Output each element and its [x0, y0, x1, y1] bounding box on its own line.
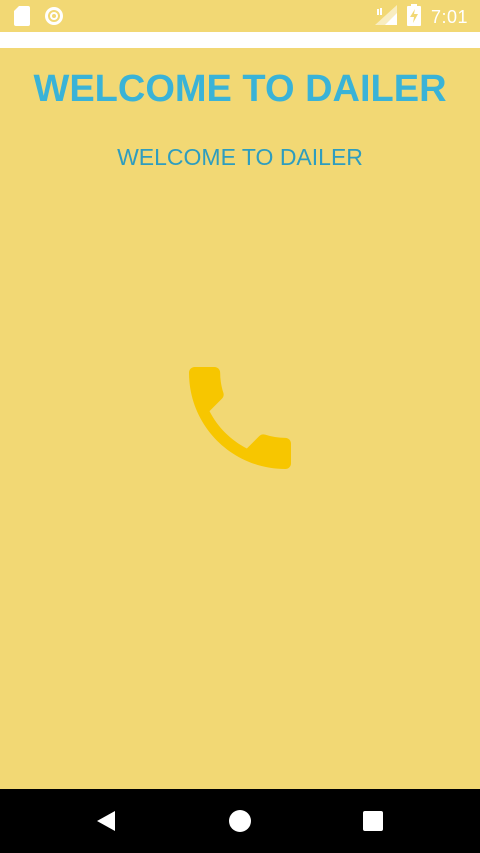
status-left-icons: [14, 6, 64, 31]
status-bar: 7:01: [0, 0, 480, 32]
back-icon[interactable]: [90, 805, 122, 837]
nav-bar: [0, 789, 480, 853]
page-subtitle: WELCOME TO DAILER: [117, 144, 363, 170]
page-title: WELCOME TO DAILER: [33, 68, 447, 110]
signal-icon: [374, 5, 397, 30]
sync-icon: [44, 6, 64, 31]
phone-icon[interactable]: [172, 350, 308, 486]
sd-card-icon: [14, 6, 30, 31]
home-icon[interactable]: [224, 805, 256, 837]
status-time: 7:01: [430, 7, 468, 27]
status-right-icons: 7:01: [374, 4, 468, 31]
action-bar-strip: [0, 32, 480, 48]
battery-charging-icon: [406, 4, 421, 31]
recents-icon[interactable]: [357, 805, 389, 837]
